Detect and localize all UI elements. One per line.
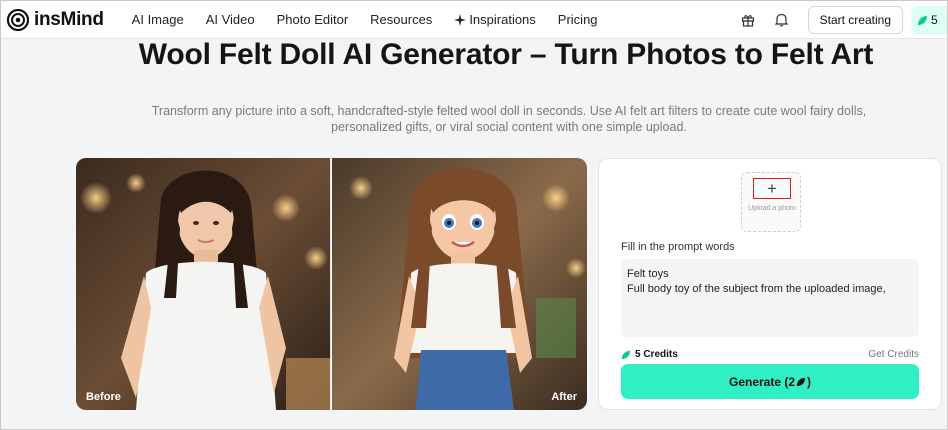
upload-photo-dropzone[interactable]: + Upload a photo <box>741 172 801 232</box>
credit-leaf-icon <box>796 377 806 386</box>
generate-label-suffix: ) <box>807 374 812 389</box>
nav-pricing[interactable]: Pricing <box>558 12 598 27</box>
generate-button[interactable]: Generate (2 ) <box>621 364 919 399</box>
prompt-textarea[interactable]: Felt toys Full body toy of the subject f… <box>621 259 919 337</box>
sparkle-icon <box>454 13 467 26</box>
nav-ai-image[interactable]: AI Image <box>132 12 184 27</box>
credits-row: 5 Credits Get Credits <box>621 349 919 360</box>
prompt-line-2: Full body toy of the subject from the up… <box>627 283 886 295</box>
generate-label: Generate (2 <box>728 374 796 389</box>
top-nav-bar: insMind AI Image AI Video Photo Editor R… <box>1 1 947 39</box>
notification-bell-icon[interactable] <box>774 12 790 28</box>
main-nav: AI Image AI Video Photo Editor Resources… <box>132 12 620 27</box>
prompt-label: Fill in the prompt words <box>621 241 735 253</box>
before-label: Before <box>86 391 121 403</box>
nav-ai-video[interactable]: AI Video <box>206 12 255 27</box>
after-label: After <box>551 391 577 403</box>
before-after-illustration <box>76 158 587 410</box>
credits-label: 5 Credits <box>635 349 678 360</box>
before-after-image[interactable]: Before After <box>76 158 587 410</box>
upload-photo-label: Upload a photo <box>748 205 796 212</box>
credits-count: 5 <box>931 13 938 27</box>
nav-photo-editor[interactable]: Photo Editor <box>277 12 349 27</box>
logo[interactable]: insMind <box>7 8 104 31</box>
credits-pill[interactable]: 5 <box>911 6 947 34</box>
plus-icon[interactable]: + <box>753 178 791 199</box>
credit-leaf-icon <box>918 15 927 25</box>
start-creating-button[interactable]: Start creating <box>807 6 903 34</box>
page-subtitle: Transform any picture into a soft, handc… <box>151 104 867 134</box>
nav-inspirations[interactable]: Inspirations <box>454 12 536 27</box>
credit-leaf-icon <box>621 350 631 359</box>
nav-inspirations-label: Inspirations <box>469 12 536 27</box>
nav-resources[interactable]: Resources <box>370 12 432 27</box>
prompt-line-1: Felt toys <box>627 268 669 280</box>
credits-balance: 5 Credits <box>621 349 678 360</box>
page-title: Wool Felt Doll AI Generator – Turn Photo… <box>138 38 874 71</box>
insmind-logo-icon <box>7 8 29 31</box>
header-actions: Start creating 5 <box>740 1 947 39</box>
gift-icon[interactable] <box>740 12 756 28</box>
logo-text: insMind <box>34 8 104 30</box>
get-credits-link[interactable]: Get Credits <box>868 349 919 360</box>
generator-panel: + Upload a photo Fill in the prompt word… <box>598 158 942 410</box>
